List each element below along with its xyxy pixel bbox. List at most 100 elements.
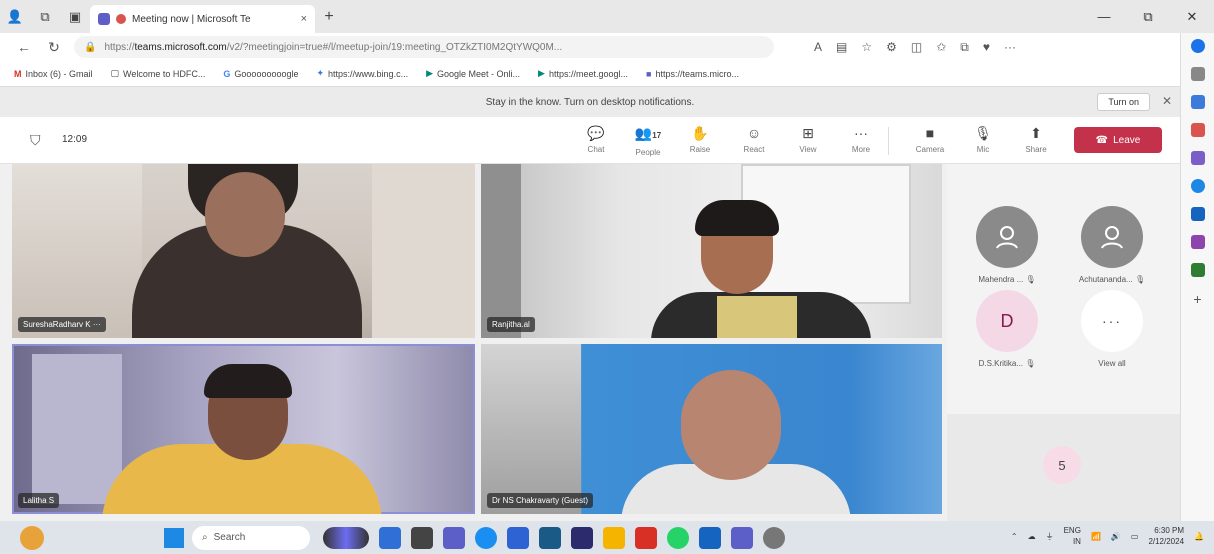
weather-icon[interactable] <box>20 525 44 550</box>
task-view-icon[interactable] <box>411 526 433 549</box>
restore-button[interactable]: ⧉ <box>1126 0 1170 33</box>
games-icon[interactable] <box>1190 151 1205 165</box>
notification-bar: Stay in the know. Turn on desktop notifi… <box>0 87 1180 117</box>
window-controls: — ⧉ ✕ <box>1082 0 1214 33</box>
roster-participant[interactable]: Mahendra ... 🎙 <box>962 206 1052 284</box>
drop-icon[interactable] <box>1190 263 1205 277</box>
usb-icon[interactable]: ⏚ <box>1046 531 1054 542</box>
react-button[interactable]: ☺ React <box>736 123 772 154</box>
copilot-icon[interactable] <box>1190 39 1205 53</box>
outlook-icon[interactable] <box>1190 207 1205 221</box>
file-explorer-icon[interactable] <box>603 526 625 549</box>
view-all-button[interactable]: ··· View all <box>1067 290 1157 368</box>
tab-actions-icon[interactable]: ▣ <box>60 0 90 33</box>
language-indicator[interactable]: ENG IN <box>1064 525 1081 547</box>
battery-icon[interactable]: ▭ <box>1131 532 1139 541</box>
tools-icon[interactable] <box>1190 123 1205 137</box>
turn-on-button[interactable]: Turn on <box>1097 93 1150 111</box>
mail-icon[interactable] <box>507 526 529 549</box>
roster-participant[interactable]: D D.S.Kritika... 🎙 <box>962 290 1052 368</box>
raise-hand-button[interactable]: ✋ Raise <box>682 123 718 154</box>
widgets-icon[interactable] <box>323 526 369 549</box>
bookmark-hdfc[interactable]: ▢ Welcome to HDFC... <box>111 68 206 79</box>
whatsapp-icon[interactable] <box>667 526 689 549</box>
meeting-toolbar: ⛉ 12:09 💬 Chat 👥17 People ✋ Raise ☺ React ⊞ V… <box>0 117 1180 164</box>
roster-participant[interactable]: Achutananda... 🎙 <box>1067 206 1157 284</box>
onedrive-icon[interactable]: ☁ <box>1028 532 1036 541</box>
wifi-icon[interactable]: 📶 <box>1091 532 1101 541</box>
bookmark-gmail[interactable]: M Inbox (6) - Gmail <box>14 69 93 79</box>
background-door <box>372 164 475 338</box>
chat-button[interactable]: 💬 Chat <box>578 123 614 154</box>
add-sidebar-icon[interactable]: + <box>1191 291 1205 307</box>
app3-icon[interactable] <box>699 526 721 549</box>
app2-icon[interactable] <box>635 526 657 549</box>
browser-tab-bar: 👤 ⧉ ▣ Meeting now | Microsoft Te × + — ⧉… <box>0 0 1214 33</box>
system-tray: ⌃ ☁ ⏚ ENG IN 📶 🔊 ▭ 6:30 PM 2/12/2024 🔔 <box>1011 525 1204 547</box>
start-icon[interactable] <box>164 527 184 548</box>
back-arrow-icon[interactable]: ← <box>14 39 34 55</box>
meeting-stage: SureshaRadharv K ··· Ranjitha.al Lalitha… <box>0 164 1180 521</box>
participant-hair <box>695 200 779 236</box>
minimize-button[interactable]: — <box>1082 0 1126 33</box>
split-screen-icon[interactable]: ◫ <box>911 40 922 55</box>
favorite-star-icon[interactable]: ☆ <box>861 40 872 55</box>
windows-taskbar: ⌕ Search ⌃ ☁ ⏚ ENG IN 📶 🔊 ▭ 6:30 PM 2/12/20… <box>0 521 1214 554</box>
meeting-timer: 12:09 <box>62 134 88 145</box>
read-aloud-icon[interactable]: A <box>814 40 822 55</box>
profile-icon[interactable]: 👤 <box>0 0 30 33</box>
notification-close-icon[interactable]: ✕ <box>1162 94 1172 108</box>
collections-icon[interactable]: ⧉ <box>960 40 969 55</box>
url-input[interactable]: 🔒 https://teams.microsoft.com/v2/?meetin… <box>74 36 774 58</box>
view-button[interactable]: ⊞ View <box>790 123 826 154</box>
teams-taskbar-icon[interactable] <box>443 526 465 549</box>
edge-taskbar-icon[interactable] <box>475 526 497 549</box>
notification-bell-icon[interactable]: 🔔 <box>1194 532 1204 541</box>
bookmark-bing[interactable]: ✦ https://www.bing.c... <box>316 68 408 79</box>
teams2-taskbar-icon[interactable] <box>731 526 753 549</box>
overflow-participants[interactable]: 5 <box>947 414 1180 521</box>
participant-name-chip: Ranjitha.al <box>487 317 535 332</box>
settings-taskbar-icon[interactable] <box>763 526 785 549</box>
new-tab-button[interactable]: + <box>315 8 343 26</box>
tab-close-icon[interactable]: × <box>301 13 307 25</box>
reading-view-icon[interactable]: ▤ <box>836 40 847 55</box>
extensions-icon[interactable]: ⚙ <box>886 40 897 55</box>
designer-icon[interactable] <box>1190 235 1205 249</box>
leave-button[interactable]: ☎ Leave <box>1074 127 1162 153</box>
video-tile-active[interactable]: Lalitha S <box>12 344 475 514</box>
video-tile[interactable]: SureshaRadharv K ··· <box>12 164 475 338</box>
close-window-button[interactable]: ✕ <box>1170 0 1214 33</box>
office-icon[interactable] <box>1190 179 1205 193</box>
shopping-icon[interactable] <box>1190 95 1205 109</box>
share-button[interactable]: ⬆ Share <box>1018 123 1054 154</box>
store-icon[interactable] <box>539 526 561 549</box>
browser-tab-teams[interactable]: Meeting now | Microsoft Te × <box>90 5 315 33</box>
volume-icon[interactable]: 🔊 <box>1111 532 1121 541</box>
bookmark-teams[interactable]: ■ https://teams.micro... <box>646 69 739 79</box>
clock[interactable]: 6:30 PM 2/12/2024 <box>1148 525 1184 547</box>
copilot-taskbar-icon[interactable] <box>379 526 401 549</box>
people-icon: 👥17 <box>634 125 662 141</box>
people-button[interactable]: 👥17 People <box>630 123 666 157</box>
more-button[interactable]: ··· More <box>843 123 879 154</box>
favorites-icon[interactable]: ✩ <box>936 40 946 55</box>
taskbar-search[interactable]: ⌕ Search <box>192 525 310 550</box>
video-tile[interactable]: Dr NS Chakravarty (Guest) <box>481 344 942 514</box>
bookmark-google[interactable]: G Gooooooooogle <box>223 69 298 79</box>
app-icon[interactable] <box>571 526 593 549</box>
bookmark-meet-google[interactable]: ▶ https://meet.googl... <box>538 68 628 79</box>
share-icon: ⬆ <box>1030 125 1042 141</box>
search-icon[interactable] <box>1190 67 1205 81</box>
chevron-up-icon[interactable]: ⌃ <box>1011 532 1018 541</box>
bookmark-google-meet[interactable]: ▶ Google Meet - Onli... <box>426 68 520 79</box>
workspaces-icon[interactable]: ⧉ <box>30 0 60 33</box>
performance-icon[interactable]: ♥ <box>983 40 990 55</box>
search-icon: ⌕ <box>202 532 208 543</box>
shield-icon[interactable]: ⛉ <box>30 132 41 149</box>
mic-button[interactable]: 🎙 Mic <box>965 123 1001 154</box>
camera-button[interactable]: ■ Camera <box>912 123 948 154</box>
more-menu-icon[interactable]: ··· <box>1004 40 1016 55</box>
refresh-icon[interactable]: ↻ <box>44 39 64 56</box>
video-tile[interactable]: Ranjitha.al <box>481 164 942 338</box>
